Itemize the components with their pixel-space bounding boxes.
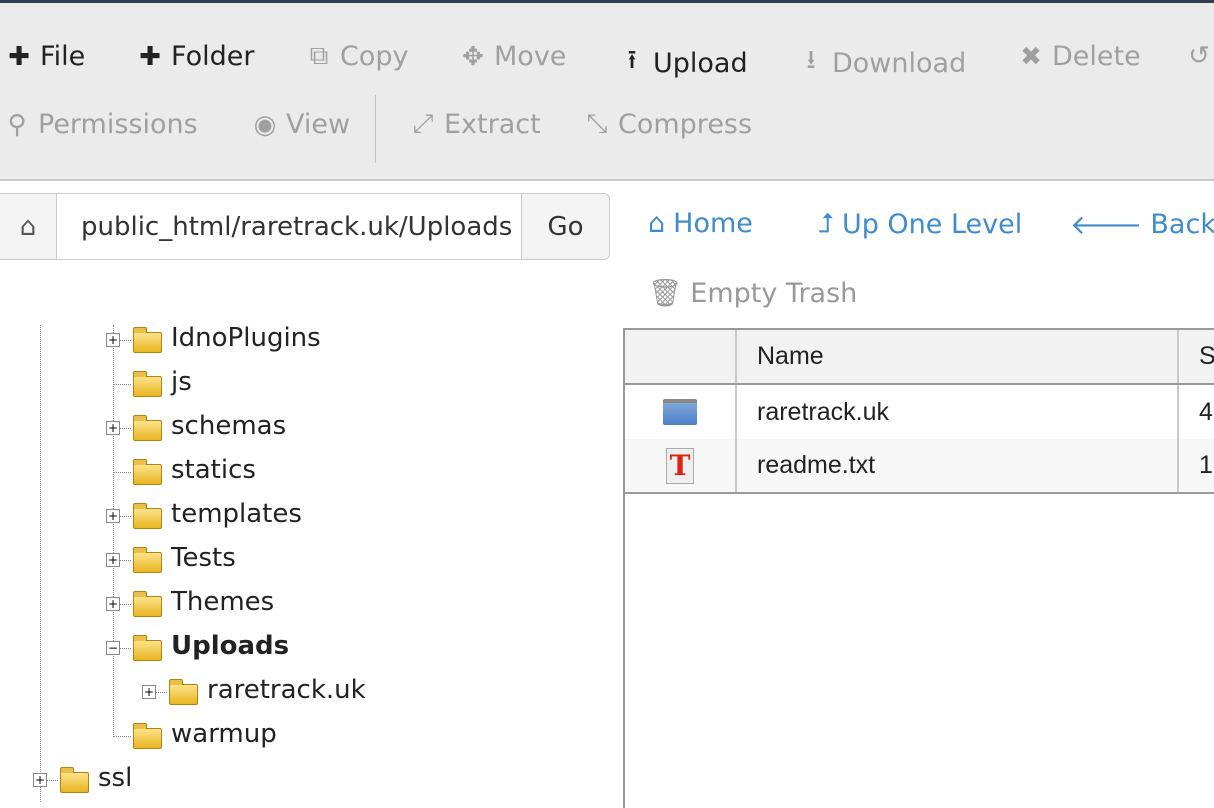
table-header: Name S	[625, 330, 1214, 385]
tree-item[interactable]: warmup	[171, 719, 277, 749]
plus-icon: ✚	[139, 41, 161, 72]
folder-icon	[133, 327, 162, 353]
eye-icon: ◉	[253, 109, 277, 140]
tree-item[interactable]: statics	[171, 455, 256, 485]
folder-icon	[663, 399, 697, 425]
tree-item[interactable]: schemas	[171, 411, 286, 441]
upload-icon: ⭱	[627, 45, 637, 75]
empty-trash-button[interactable]: 🗑 Empty Trash	[648, 277, 857, 310]
level-up-icon: ⮥	[818, 208, 834, 239]
expand-icon: ⤢	[412, 109, 434, 139]
home-link[interactable]: ⌂ Home	[648, 208, 753, 239]
toolbar: ✚ File ✚ Folder ⧉ Copy ✥ Move ⭱ Upload ⭳ Downl…	[0, 3, 1214, 181]
trash-icon: 🗑	[648, 278, 683, 309]
restore-button[interactable]: ↺	[1186, 41, 1212, 71]
expand-icon[interactable]: +	[33, 773, 47, 787]
expand-icon[interactable]: +	[106, 509, 120, 523]
go-button[interactable]: Go	[521, 194, 609, 259]
folder-icon	[133, 415, 162, 441]
text-file-icon: T	[666, 447, 694, 484]
size-column-header[interactable]: S	[1179, 330, 1214, 383]
tree-item[interactable]: js	[171, 367, 192, 397]
name-column-header[interactable]: Name	[737, 330, 1179, 383]
arrow-left-icon: 🡐	[1070, 210, 1143, 241]
tree-line	[113, 472, 131, 473]
back-link[interactable]: 🡐 Back	[1070, 208, 1214, 241]
extract-button[interactable]: ⤢ Extract	[410, 109, 541, 140]
tree-item[interactable]: IdnoPlugins	[171, 323, 321, 353]
permissions-button[interactable]: ⚲ Permissions	[4, 109, 197, 140]
plus-icon: ✚	[8, 41, 30, 72]
folder-icon	[133, 591, 162, 617]
expand-icon[interactable]: +	[106, 553, 120, 567]
path-bar: ⌂ Go	[0, 193, 610, 260]
key-icon: ⚲	[7, 109, 27, 140]
folder-icon	[133, 503, 162, 529]
tree-line	[113, 325, 114, 737]
new-folder-button[interactable]: ✚ Folder	[137, 41, 254, 72]
new-file-button[interactable]: ✚ File	[6, 41, 85, 72]
folder-icon	[133, 547, 162, 573]
view-button[interactable]: ◉ View	[252, 109, 350, 140]
tree-item[interactable]: Tests	[171, 543, 236, 573]
delete-button[interactable]: ✖ Delete	[1018, 41, 1141, 72]
compress-button[interactable]: ⤡ Compress	[584, 109, 752, 140]
move-button[interactable]: ✥ Move	[460, 41, 566, 72]
tree-line	[113, 384, 131, 385]
tree-line	[40, 325, 41, 802]
home-path-button[interactable]: ⌂	[0, 194, 57, 259]
move-icon: ✥	[462, 41, 484, 72]
toolbar-divider	[375, 95, 376, 163]
copy-button[interactable]: ⧉ Copy	[306, 41, 409, 72]
tree-item[interactable]: templates	[171, 499, 302, 529]
tree-item[interactable]: Uploads	[171, 631, 289, 661]
collapse-icon[interactable]: −	[106, 641, 120, 655]
expand-icon[interactable]: +	[106, 421, 120, 435]
file-table: Name S raretrack.uk 4 T readme.txt 1	[623, 328, 1214, 808]
home-icon: ⌂	[19, 211, 37, 242]
folder-icon	[133, 371, 162, 397]
compress-icon: ⤡	[586, 109, 608, 139]
tree-item[interactable]: Themes	[171, 587, 274, 617]
tree-line	[113, 736, 131, 737]
copy-icon: ⧉	[309, 41, 329, 71]
upload-button[interactable]: ⭱ Upload	[619, 41, 747, 85]
tree-item[interactable]: raretrack.uk	[207, 675, 366, 705]
undo-icon: ↺	[1188, 41, 1210, 71]
download-icon: ⭳	[806, 45, 816, 75]
folder-icon	[133, 723, 162, 749]
folder-icon	[169, 679, 198, 705]
table-row[interactable]: T readme.txt 1	[625, 439, 1214, 494]
expand-icon[interactable]: +	[106, 333, 120, 347]
up-one-level-link[interactable]: ⮥ Up One Level	[818, 208, 1022, 240]
folder-open-icon	[133, 635, 162, 661]
folder-icon	[133, 459, 162, 485]
folder-icon	[60, 767, 89, 793]
expand-icon[interactable]: +	[142, 685, 156, 699]
expand-icon[interactable]: +	[106, 597, 120, 611]
home-icon: ⌂	[648, 208, 666, 239]
download-button[interactable]: ⭳ Download	[798, 41, 966, 85]
table-row[interactable]: raretrack.uk 4	[625, 385, 1214, 439]
path-input[interactable]	[57, 194, 521, 259]
tree-item[interactable]: ssl	[98, 763, 132, 793]
x-icon: ✖	[1020, 41, 1042, 72]
